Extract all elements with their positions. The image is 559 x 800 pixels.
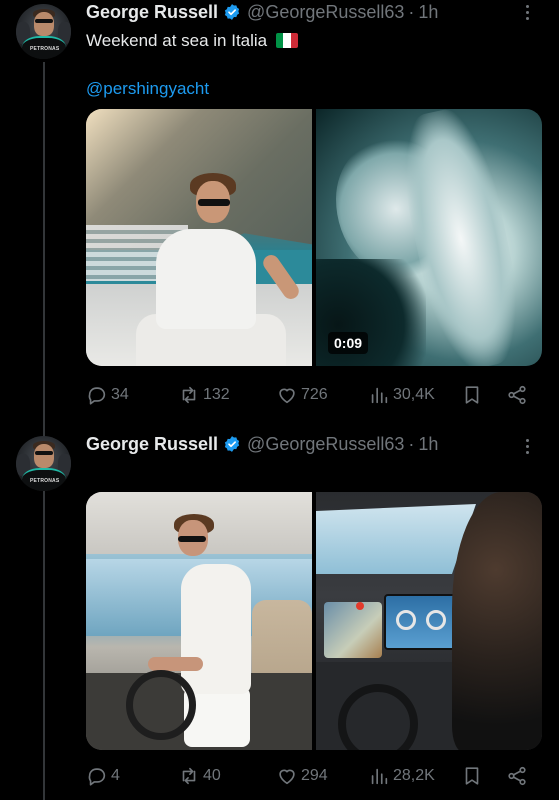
media-video[interactable]: 0:09 — [316, 109, 542, 366]
timestamp[interactable]: 1h — [418, 434, 438, 455]
media-grid — [86, 492, 542, 750]
tweet[interactable]: PETRONAS George Russell @GeorgeRussell63… — [0, 0, 559, 420]
retweet-button[interactable]: 132 — [178, 384, 230, 406]
italy-flag-icon — [275, 33, 298, 48]
bookmark-button[interactable] — [461, 765, 483, 787]
bookmark-button[interactable] — [461, 384, 483, 406]
reply-count: 34 — [111, 386, 129, 403]
bookmark-icon — [465, 386, 479, 404]
analytics-icon — [371, 387, 388, 404]
tweet-text-content: Weekend at sea in Italia — [86, 31, 268, 50]
like-count: 294 — [301, 767, 328, 784]
media-grid: 0:09 — [86, 109, 542, 366]
like-count: 726 — [301, 386, 328, 403]
reply-count: 4 — [111, 767, 120, 784]
views-button[interactable]: 28,2K — [368, 765, 435, 787]
reply-button[interactable]: 4 — [86, 765, 120, 787]
tweet-header: George Russell @GeorgeRussell63 · 1h — [86, 0, 438, 24]
reply-icon — [88, 768, 106, 786]
mention-link[interactable]: @pershingyacht — [86, 78, 209, 100]
share-icon — [508, 385, 526, 405]
tweet[interactable]: PETRONAS George Russell @GeorgeRussell63… — [0, 430, 559, 800]
reply-icon — [88, 387, 106, 405]
share-button[interactable] — [506, 765, 528, 787]
author-handle[interactable]: @GeorgeRussell63 — [247, 434, 404, 455]
share-icon — [508, 766, 526, 786]
heart-icon — [279, 769, 295, 785]
views-button[interactable]: 30,4K — [368, 384, 435, 406]
media-photo[interactable] — [86, 109, 312, 366]
author-handle[interactable]: @GeorgeRussell63 — [247, 2, 404, 23]
action-bar: 34 132 726 30,4K — [86, 383, 542, 407]
timestamp[interactable]: 1h — [418, 2, 438, 23]
media-photo[interactable] — [86, 492, 312, 750]
avatar-badge-text: PETRONAS — [30, 46, 60, 52]
views-count: 28,2K — [393, 767, 435, 784]
share-button[interactable] — [506, 384, 528, 406]
avatar[interactable]: PETRONAS — [16, 436, 71, 491]
avatar[interactable]: PETRONAS — [16, 4, 71, 59]
media-photo[interactable] — [316, 492, 542, 750]
more-options-icon[interactable] — [517, 436, 537, 456]
reply-button[interactable]: 34 — [86, 384, 129, 406]
separator: · — [408, 433, 415, 454]
retweet-icon — [182, 767, 196, 785]
video-duration: 0:09 — [328, 332, 369, 354]
retweet-button[interactable]: 40 — [178, 765, 221, 787]
tweet-text: Weekend at sea in Italia — [86, 30, 298, 52]
retweet-icon — [182, 386, 196, 404]
more-options-icon[interactable] — [517, 2, 537, 22]
analytics-icon — [371, 768, 388, 785]
views-count: 30,4K — [393, 386, 435, 403]
author-name[interactable]: George Russell — [86, 2, 218, 23]
bookmark-icon — [465, 767, 479, 785]
retweet-count: 40 — [203, 767, 221, 784]
avatar-badge-text: PETRONAS — [30, 478, 60, 484]
like-button[interactable]: 726 — [276, 384, 328, 406]
separator: · — [408, 1, 415, 22]
author-name[interactable]: George Russell — [86, 434, 218, 455]
heart-icon — [279, 388, 295, 404]
like-button[interactable]: 294 — [276, 765, 328, 787]
action-bar: 4 40 294 28,2K — [86, 764, 542, 788]
verified-badge-icon[interactable] — [223, 3, 241, 21]
verified-badge-icon[interactable] — [223, 435, 241, 453]
tweet-header: George Russell @GeorgeRussell63 · 1h — [86, 432, 438, 456]
retweet-count: 132 — [203, 386, 230, 403]
